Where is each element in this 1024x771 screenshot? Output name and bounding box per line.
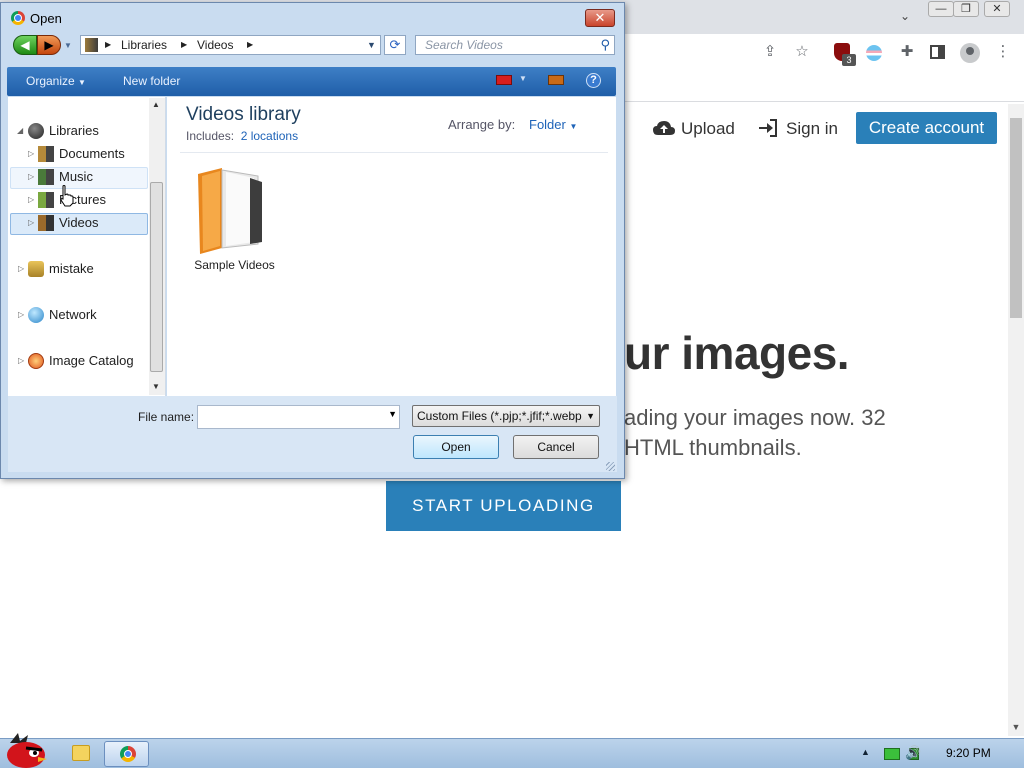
page-scrollbar[interactable]	[1008, 104, 1024, 736]
hero-subtitle-line-2: HTML thumbnails.	[624, 435, 802, 460]
sign-in-icon	[758, 119, 778, 137]
share-icon[interactable]: ⇪	[760, 42, 780, 62]
search-icon[interactable]: ⚲	[600, 36, 610, 54]
collapsed-arrow-icon[interactable]: ▷	[28, 189, 36, 211]
videos-library-icon	[38, 215, 54, 231]
image-catalog-icon	[28, 353, 44, 369]
new-folder-button[interactable]: New folder	[123, 74, 180, 88]
preview-pane-icon[interactable]	[548, 75, 564, 85]
resize-grip-icon[interactable]	[606, 462, 615, 471]
video-folder-icon	[198, 168, 262, 254]
dialog-title: Open	[30, 11, 62, 26]
browser-menu-icon[interactable]: ⋮	[993, 42, 1013, 62]
nav-pane-scrollbar[interactable]: ▲ ▼	[149, 98, 165, 395]
collapsed-arrow-icon[interactable]: ▷	[28, 212, 36, 234]
content-divider	[180, 152, 608, 153]
scroll-up-arrow-icon[interactable]: ▲	[152, 100, 160, 109]
taskbar	[0, 738, 1024, 768]
library-title: Videos library	[186, 104, 301, 125]
window-minimize-button[interactable]: —	[928, 1, 954, 17]
recent-locations-dropdown-icon[interactable]: ▼	[64, 41, 72, 50]
music-library-icon	[38, 169, 54, 185]
includes-label: Includes:	[186, 129, 235, 143]
extensions-puzzle-icon[interactable]: ✚	[897, 42, 917, 62]
library-videos-icon	[85, 38, 98, 52]
collapsed-arrow-icon[interactable]: ▷	[18, 304, 26, 326]
cancel-button[interactable]: Cancel	[513, 435, 599, 459]
back-button[interactable]: ◀	[13, 35, 37, 55]
libraries-icon	[28, 123, 44, 139]
view-options-chevron-icon[interactable]: ▼	[519, 74, 527, 83]
upload-cloud-icon	[652, 118, 676, 138]
arrange-by-label: Arrange by:	[448, 117, 516, 132]
side-panel-icon[interactable]	[930, 45, 945, 59]
start-button-angry-bird-icon[interactable]	[4, 731, 48, 768]
documents-library-icon	[38, 146, 54, 162]
taskbar-chrome-button[interactable]	[104, 741, 149, 767]
tray-volume-icon[interactable]: 🔊	[905, 745, 923, 761]
organize-menu[interactable]: Organize ▼	[26, 74, 86, 88]
includes-locations-link[interactable]: 2 locations	[241, 129, 298, 143]
change-view-icon[interactable]	[496, 75, 512, 85]
bookmark-star-icon[interactable]: ☆	[792, 42, 812, 62]
search-placeholder: Search Videos	[425, 38, 503, 52]
collapsed-arrow-icon[interactable]: ▷	[18, 258, 26, 280]
collapsed-arrow-icon[interactable]: ▷	[18, 350, 26, 372]
file-type-filter-select[interactable]: Custom Files (*.pjp;*.jfif;*.webp ▼	[412, 405, 600, 427]
window-close-button[interactable]: ✕	[984, 1, 1010, 17]
extension-badge: 3	[842, 54, 856, 66]
address-dropdown-icon[interactable]: ▼	[367, 38, 376, 52]
search-videos-input[interactable]: Search Videos ⚲	[415, 35, 615, 55]
breadcrumb-separator-icon: ▶	[247, 40, 254, 49]
folder-item-label[interactable]: Sample Videos	[186, 258, 283, 272]
hero-title: ur images.	[624, 327, 850, 379]
address-bar[interactable]: ▶ Libraries ▶ Videos ▶ ▼	[80, 35, 381, 55]
file-name-label: File name:	[138, 410, 195, 424]
tab-search-button[interactable]: ⌄	[896, 8, 914, 24]
refresh-button[interactable]: ⟳	[384, 35, 406, 55]
upload-link[interactable]: Upload	[681, 118, 735, 140]
arrange-by-dropdown[interactable]: Folder ▼	[529, 117, 577, 133]
explorer-folder-icon[interactable]	[72, 745, 90, 761]
help-icon[interactable]: ?	[586, 73, 601, 88]
page-scrollbar-thumb[interactable]	[1010, 118, 1022, 318]
network-globe-icon	[28, 307, 44, 323]
create-account-button[interactable]: Create account	[856, 112, 997, 144]
open-button[interactable]: Open	[413, 435, 499, 459]
chevron-down-icon: ▼	[586, 411, 595, 421]
extension-flag-icon[interactable]	[866, 45, 882, 61]
forward-button[interactable]: ▶	[37, 35, 61, 55]
sign-in-link[interactable]: Sign in	[786, 118, 838, 140]
collapsed-arrow-icon[interactable]: ▷	[28, 166, 36, 188]
hand-cursor-icon	[60, 185, 74, 207]
file-name-dropdown-icon[interactable]: ▼	[388, 409, 397, 419]
breadcrumb-libraries[interactable]: Libraries	[121, 37, 167, 53]
chevron-down-icon: ▼	[569, 122, 578, 131]
hero-subtitle-line-1: ading your images now. 32	[624, 405, 886, 430]
dialog-close-button[interactable]: ✕	[585, 9, 615, 27]
start-uploading-button[interactable]: START UPLOADING	[386, 481, 621, 531]
file-type-filter-value: Custom Files (*.pjp;*.jfif;*.webp	[417, 409, 582, 423]
collapsed-arrow-icon[interactable]: ▷	[28, 143, 36, 165]
breadcrumb-separator-icon: ▶	[105, 40, 112, 49]
chevron-down-icon: ▼	[78, 78, 86, 87]
scroll-down-arrow-icon[interactable]: ▼	[1008, 722, 1024, 736]
scroll-down-arrow-icon[interactable]: ▼	[152, 382, 160, 391]
breadcrumb-videos[interactable]: Videos	[197, 37, 233, 53]
file-name-input[interactable]: ▼	[197, 405, 400, 429]
taskbar-clock[interactable]: 9:20 PM	[946, 745, 991, 761]
chrome-icon	[120, 746, 136, 762]
tray-show-hidden-icon[interactable]: ▲	[861, 747, 870, 757]
tray-battery-icon[interactable]	[884, 748, 900, 760]
nav-scrollbar-thumb[interactable]	[150, 182, 163, 372]
profile-avatar-icon[interactable]	[960, 43, 980, 63]
user-folder-icon	[28, 261, 44, 277]
library-includes: Includes: 2 locations	[186, 129, 298, 143]
pictures-library-icon	[38, 192, 54, 208]
expanded-arrow-icon[interactable]: ◢	[17, 120, 25, 142]
dialog-chrome-icon	[11, 11, 25, 25]
window-restore-button[interactable]: ❐	[953, 1, 979, 17]
breadcrumb-separator-icon: ▶	[181, 40, 188, 49]
